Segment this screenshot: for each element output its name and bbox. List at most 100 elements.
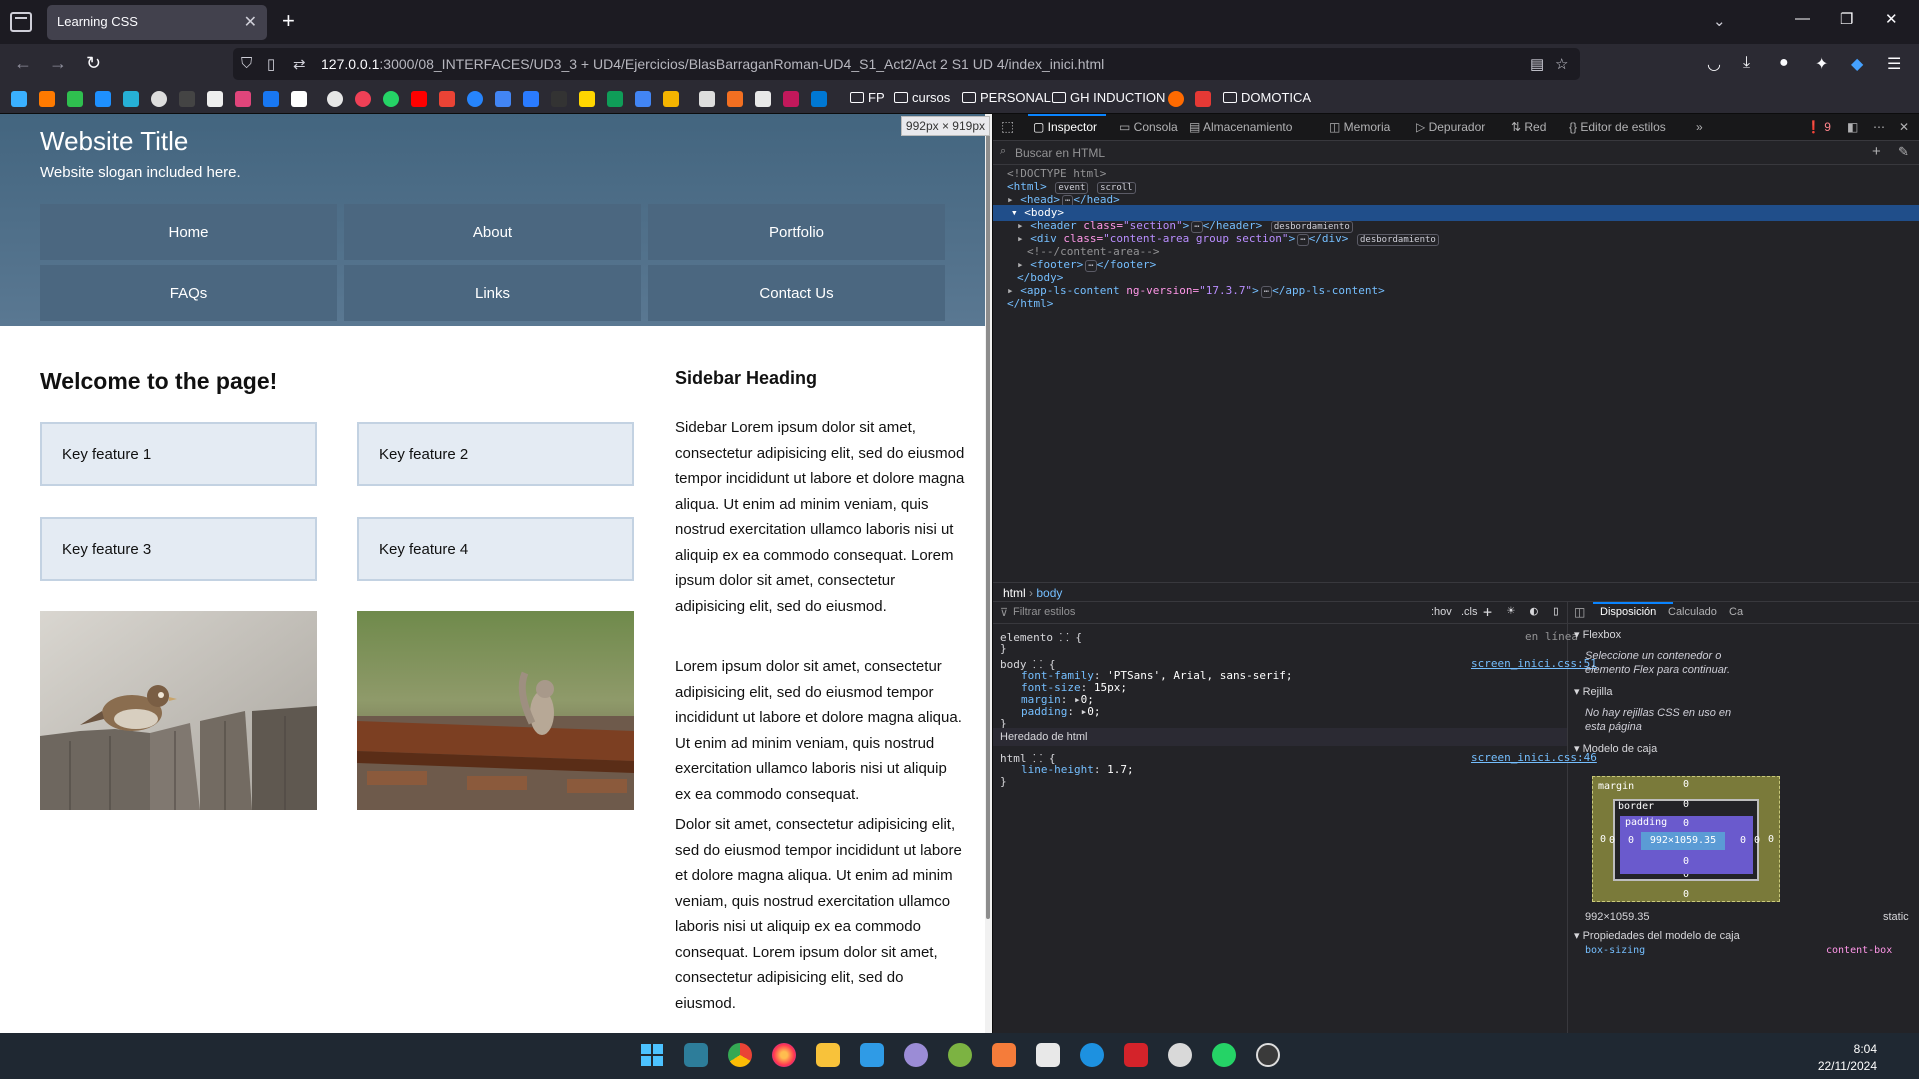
tab-debugger[interactable]: ▷ Depurador <box>1416 120 1485 134</box>
browser-tab[interactable]: Learning CSS ✕ <box>47 5 267 40</box>
css-declaration[interactable]: line-height: 1.7; <box>1021 763 1134 776</box>
page-scrollbar-thumb[interactable] <box>986 122 990 919</box>
close-window-icon[interactable]: ✕ <box>1885 10 1898 28</box>
restore-icon[interactable]: ❐ <box>1840 10 1853 28</box>
margin-left-value[interactable]: 0 <box>1600 834 1606 845</box>
dock-icon[interactable]: ◧ <box>1847 120 1858 134</box>
start-icon[interactable] <box>640 1043 664 1067</box>
menu-item-portfolio[interactable]: Portfolio <box>648 204 945 260</box>
downloads-icon[interactable]: ⤓ <box>1743 54 1750 72</box>
outlook-icon[interactable] <box>811 91 827 107</box>
grid-section[interactable]: ▾ Rejilla <box>1574 685 1613 698</box>
bookmark-icon[interactable] <box>179 91 195 107</box>
markup-app-ls[interactable]: ▸ <app-ls-content ng-version="17.3.7"> ⋯ <… <box>1007 283 1385 299</box>
gmail-icon[interactable] <box>439 91 455 107</box>
bookmark-icon[interactable] <box>235 91 251 107</box>
hover-toggle[interactable]: :hov <box>1431 606 1452 618</box>
margin-right-value[interactable]: 0 <box>1768 834 1774 845</box>
tab-network[interactable]: ⇅ Red <box>1511 120 1546 134</box>
bookmark-folder-gh-induction[interactable]: GH INDUCTION <box>1052 90 1165 105</box>
tab-changes[interactable]: Ca <box>1729 606 1743 618</box>
bookmark-icon[interactable] <box>67 91 83 107</box>
reload-icon[interactable]: ↻ <box>86 53 101 73</box>
menu-item-links[interactable]: Links <box>344 265 641 321</box>
reader-view-icon[interactable]: ▤ <box>1530 55 1544 73</box>
dark-scheme-icon[interactable]: ◐ <box>1530 604 1538 619</box>
error-count[interactable]: ❗ 9 <box>1806 120 1831 134</box>
forward-icon[interactable]: → <box>49 53 67 73</box>
account-icon[interactable]: ● <box>1779 54 1789 72</box>
bookmark-icon[interactable] <box>207 91 223 107</box>
class-toggle[interactable]: .cls <box>1461 606 1478 618</box>
app-icon[interactable] <box>992 1043 1016 1067</box>
url-bar[interactable]: ⛉ ▯ ⇄ 127.0.0.1:3000/08_INTERFACES/UD3_3… <box>233 48 1580 80</box>
github-icon[interactable] <box>327 91 343 107</box>
bookmark-icon[interactable] <box>635 91 651 107</box>
tab-layout[interactable]: Disposición <box>1600 606 1656 618</box>
bookmark-icon[interactable] <box>355 91 371 107</box>
html-search[interactable]: ⌕ Buscar en HTML + ✎ <box>993 141 1919 165</box>
element-picker-icon[interactable]: ⬚ <box>1001 118 1014 135</box>
tab-inspector[interactable]: ▢ Inspector <box>1033 120 1097 134</box>
light-scheme-icon[interactable]: ☀ <box>1507 604 1515 619</box>
url-text[interactable]: 127.0.0.1:3000/08_INTERFACES/UD3_3 + UD4… <box>321 56 1104 72</box>
youtube-icon[interactable] <box>411 91 427 107</box>
extension-badge-icon[interactable]: ◆ <box>1851 54 1863 74</box>
bookmark-icon[interactable] <box>663 91 679 107</box>
box-content-size[interactable]: 992×1059.35 <box>1641 832 1725 850</box>
eyedropper-icon[interactable]: ✎ <box>1898 144 1909 160</box>
padding-top-value[interactable]: 0 <box>1683 818 1689 829</box>
margin-top-value[interactable]: 0 <box>1683 779 1689 790</box>
close-devtools-icon[interactable]: ✕ <box>1899 120 1909 134</box>
boxmodel-props-section[interactable]: ▾ Propiedades del modelo de caja <box>1574 929 1740 942</box>
bookmark-icon[interactable] <box>383 91 399 107</box>
whatsapp-icon[interactable] <box>1212 1043 1236 1067</box>
more-tools-icon[interactable]: » <box>1696 120 1703 134</box>
bookmark-icon[interactable] <box>783 91 799 107</box>
border-top-value[interactable]: 0 <box>1683 799 1689 810</box>
flexbox-section[interactable]: ▾ Flexbox <box>1574 628 1621 641</box>
minimize-icon[interactable]: — <box>1795 10 1810 27</box>
bookmark-icon[interactable] <box>263 91 279 107</box>
tab-list-icon[interactable] <box>10 12 32 32</box>
vscode-icon[interactable] <box>860 1043 884 1067</box>
bookmark-icon[interactable] <box>11 91 27 107</box>
menu-item-home[interactable]: Home <box>40 204 337 260</box>
new-tab-icon[interactable]: + <box>282 9 295 33</box>
filter-styles[interactable]: ⊽ Filtrar estilos :hov .cls + ☀ ◐ ▯ <box>993 602 1568 624</box>
tab-computed[interactable]: Calculado <box>1668 606 1717 618</box>
border-right-value[interactable]: 0 <box>1754 835 1760 846</box>
chrome-icon[interactable] <box>728 1043 752 1067</box>
app-icon[interactable] <box>1036 1043 1060 1067</box>
add-rule-icon[interactable]: + <box>1483 603 1492 621</box>
padding-right-value[interactable]: 0 <box>1740 835 1746 846</box>
options-icon[interactable]: ⋯ <box>1873 120 1885 134</box>
app-icon[interactable] <box>904 1043 928 1067</box>
bookmark-icon[interactable] <box>123 91 139 107</box>
permissions-icon[interactable]: ⇄ <box>293 55 306 73</box>
back-icon[interactable]: ← <box>14 53 32 73</box>
bookmark-icon[interactable] <box>579 91 595 107</box>
app-icon[interactable] <box>1168 1043 1192 1067</box>
menu-item-faqs[interactable]: FAQs <box>40 265 337 321</box>
acrobat-icon[interactable] <box>1124 1043 1148 1067</box>
extensions-icon[interactable]: ✦ <box>1815 54 1828 74</box>
app-icon[interactable] <box>948 1043 972 1067</box>
tab-memory[interactable]: ◫ Memoria <box>1329 120 1390 134</box>
chevron-down-icon[interactable]: ⌄ <box>1713 12 1726 30</box>
menu-item-about[interactable]: About <box>344 204 641 260</box>
bookmark-icon[interactable] <box>1195 91 1211 107</box>
shield-icon[interactable]: ⛉ <box>241 55 252 72</box>
toggle-sidebar-icon[interactable]: ◫ <box>1574 605 1585 619</box>
menu-icon[interactable]: ☰ <box>1887 54 1901 74</box>
print-icon[interactable]: ▯ <box>1552 604 1560 619</box>
bookmark-folder-personal[interactable]: PERSONAL <box>962 90 1051 105</box>
page-icon[interactable]: ▯ <box>267 55 275 73</box>
app-icon[interactable] <box>684 1043 708 1067</box>
css-declaration[interactable]: padding: ▸0; <box>1021 705 1100 718</box>
bookmark-icon[interactable] <box>727 91 743 107</box>
padding-bottom-value[interactable]: 0 <box>1683 856 1689 867</box>
add-node-icon[interactable]: + <box>1872 143 1881 160</box>
bookmark-icon[interactable] <box>467 91 483 107</box>
breadcrumb-html[interactable]: html <box>1003 586 1026 600</box>
